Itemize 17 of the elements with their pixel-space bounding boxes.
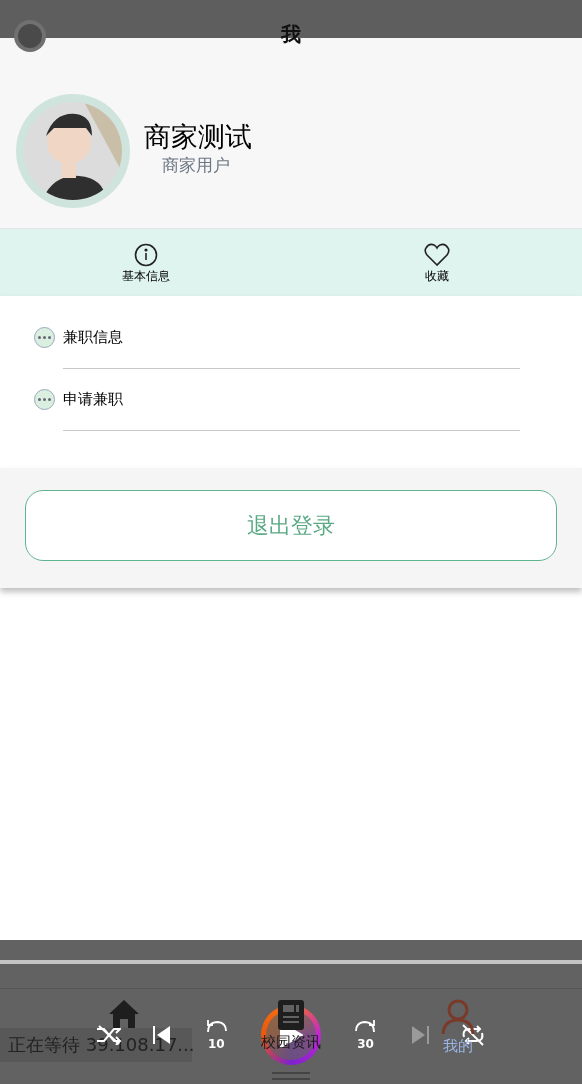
heart-icon (423, 242, 450, 267)
shortcut-button[interactable]: 收藏 (291, 229, 582, 296)
circular-arrow-icon (204, 1019, 229, 1033)
back-button[interactable] (14, 20, 46, 52)
shortcut-button[interactable]: 基本信息 (0, 229, 291, 296)
chat-bubble-icon (34, 388, 55, 410)
home-icon (107, 999, 140, 1029)
chat-bubble-icon (34, 326, 55, 348)
user-role: 商家用户 (162, 154, 231, 176)
circular-arrow-icon (353, 1019, 378, 1033)
drag-handle[interactable] (272, 1072, 310, 1080)
person-icon (441, 999, 476, 1035)
info-icon (133, 242, 158, 267)
user-name: 商家测试 (144, 120, 252, 154)
menu-item[interactable]: 兼职信息 (63, 325, 123, 349)
menu-item[interactable]: 申请兼职 (63, 387, 123, 411)
newspaper-icon (275, 999, 307, 1031)
